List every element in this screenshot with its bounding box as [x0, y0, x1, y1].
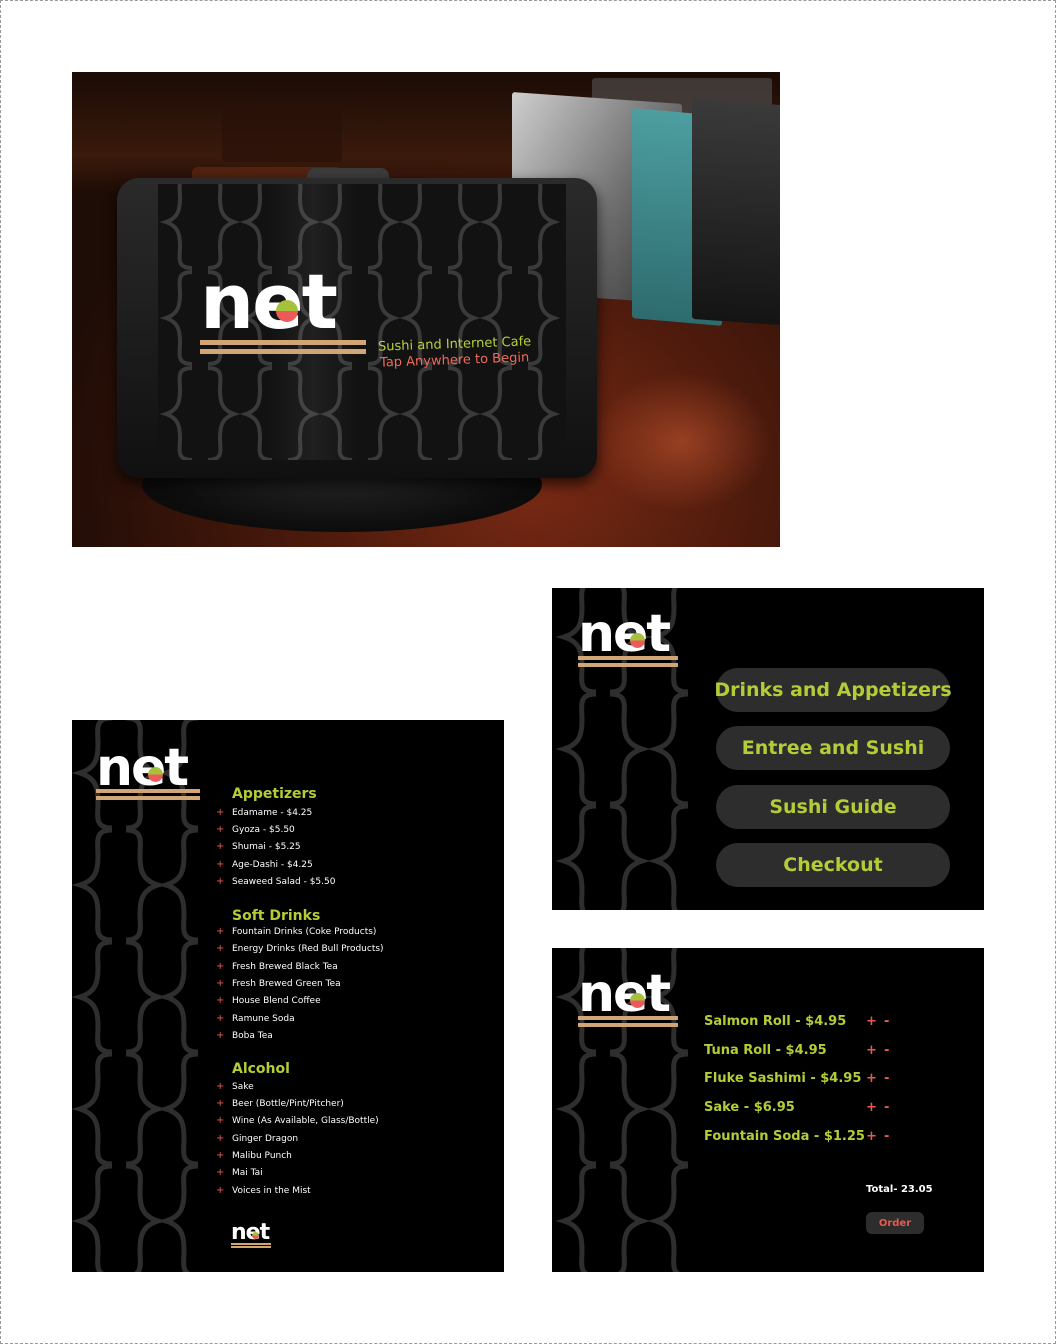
menu-item[interactable]: Wine (As Available, Glass/Bottle)	[232, 1116, 379, 1126]
bullet-icon: +	[216, 841, 225, 852]
photo-chair-back	[222, 102, 342, 162]
menu-item[interactable]: Ramune Soda	[232, 1014, 295, 1024]
decrease-quantity-button[interactable]: -	[884, 1100, 889, 1115]
footer-logo: net	[231, 1220, 271, 1248]
drinks-appetizers-button[interactable]: Drinks and Appetizers	[714, 668, 952, 712]
logo-bar	[200, 349, 366, 354]
sushi-guide-button[interactable]: Sushi Guide	[716, 785, 950, 829]
section-title-alcohol: Alcohol	[232, 1061, 290, 1077]
section-title-appetizers: Appetizers	[232, 786, 317, 802]
logo-e-dot	[252, 1232, 259, 1239]
menu-item[interactable]: Edamame - $4.25	[232, 808, 312, 818]
tablet-photo: net Sushi and Internet Cafe Tap Anywhere…	[72, 72, 780, 547]
logo-text: net	[96, 738, 189, 798]
logo-bar	[578, 1016, 678, 1020]
bullet-icon: +	[216, 995, 225, 1006]
decrease-quantity-button[interactable]: -	[884, 1014, 889, 1029]
menu-item[interactable]: Voices in the Mist	[232, 1186, 311, 1196]
table-reflection	[592, 372, 772, 512]
bullet-icon: +	[216, 978, 225, 989]
photo-menu-card	[692, 98, 780, 326]
section-title-soft-drinks: Soft Drinks	[232, 908, 321, 924]
bullet-icon: +	[216, 807, 225, 818]
logo-e-dot	[276, 300, 298, 322]
order-button[interactable]: Order	[866, 1212, 924, 1234]
menu-item[interactable]: Fountain Drinks (Coke Products)	[232, 927, 376, 937]
logo-e-dot	[148, 767, 163, 782]
order-line-item: Salmon Roll - $4.95	[704, 1014, 847, 1029]
bullet-icon: +	[216, 961, 225, 972]
logo-text: net	[578, 964, 671, 1024]
bullet-icon: +	[216, 926, 225, 937]
bullet-icon: +	[216, 1081, 225, 1092]
logo-bar	[578, 1023, 678, 1027]
decrease-quantity-button[interactable]: -	[884, 1071, 889, 1086]
menu-list-screen: net Appetizers + Edamame - $4.25 + Gyoza -…	[72, 720, 504, 1272]
brace-pattern	[72, 720, 212, 1272]
increase-quantity-button[interactable]: +	[866, 1129, 877, 1144]
bullet-icon: +	[216, 1133, 225, 1144]
menu-item[interactable]: Beer (Bottle/Pint/Pitcher)	[232, 1099, 344, 1109]
order-line-item: Tuna Roll - $4.95	[704, 1043, 827, 1058]
bullet-icon: +	[216, 1167, 225, 1178]
order-line-item: Sake - $6.95	[704, 1100, 795, 1115]
logo-text: net	[578, 604, 671, 664]
decrease-quantity-button[interactable]: -	[884, 1043, 889, 1058]
checkout-button[interactable]: Checkout	[716, 843, 950, 887]
menu-item[interactable]: Seaweed Salad - $5.50	[232, 877, 335, 887]
bullet-icon: +	[216, 824, 225, 835]
logo-text: net	[200, 257, 338, 346]
menu-item[interactable]: Energy Drinks (Red Bull Products)	[232, 944, 384, 954]
logo-bar	[96, 789, 200, 793]
menu-item[interactable]: House Blend Coffee	[232, 996, 321, 1006]
logo-text: net	[231, 1220, 270, 1245]
logo-bar	[231, 1243, 271, 1245]
menu-item[interactable]: Fresh Brewed Black Tea	[232, 962, 338, 972]
increase-quantity-button[interactable]: +	[866, 1100, 877, 1115]
bullet-icon: +	[216, 1013, 225, 1024]
entree-sushi-button[interactable]: Entree and Sushi	[716, 726, 950, 770]
logo-bar	[231, 1246, 271, 1248]
net-logo: net	[578, 604, 678, 667]
menu-item[interactable]: Mai Tai	[232, 1168, 263, 1178]
logo-bar	[200, 340, 366, 345]
order-line-item: Fountain Soda - $1.25	[704, 1129, 865, 1144]
bullet-icon: +	[216, 876, 225, 887]
logo-bar	[96, 796, 200, 800]
menu-item[interactable]: Malibu Punch	[232, 1151, 292, 1161]
net-logo: net	[96, 738, 200, 800]
menu-item[interactable]: Fresh Brewed Green Tea	[232, 979, 341, 989]
bullet-icon: +	[216, 1115, 225, 1126]
logo-e-dot	[630, 993, 645, 1008]
bullet-icon: +	[216, 1185, 225, 1196]
logo-bar	[578, 656, 678, 660]
bullet-icon: +	[216, 1150, 225, 1161]
increase-quantity-button[interactable]: +	[866, 1014, 877, 1029]
bullet-icon: +	[216, 1098, 225, 1109]
decrease-quantity-button[interactable]: -	[884, 1129, 889, 1144]
menu-item[interactable]: Ginger Dragon	[232, 1134, 298, 1144]
splash-logo: net	[200, 257, 366, 354]
menu-item[interactable]: Age-Dashi - $4.25	[232, 860, 313, 870]
bullet-icon: +	[216, 943, 225, 954]
home-screen: net Drinks and Appetizers Entree and Sus…	[552, 588, 984, 910]
order-screen: net Salmon Roll - $4.95 + - Tuna Roll - …	[552, 948, 984, 1272]
menu-item[interactable]: Shumai - $5.25	[232, 842, 301, 852]
menu-item[interactable]: Sake	[232, 1082, 254, 1092]
net-logo: net	[578, 964, 678, 1027]
menu-item[interactable]: Boba Tea	[232, 1031, 273, 1041]
logo-e-dot	[630, 633, 645, 648]
order-line-item: Fluke Sashimi - $4.95	[704, 1071, 862, 1086]
increase-quantity-button[interactable]: +	[866, 1071, 877, 1086]
logo-bar	[578, 663, 678, 667]
bullet-icon: +	[216, 859, 225, 870]
order-total: Total- 23.05	[866, 1184, 933, 1195]
menu-item[interactable]: Gyoza - $5.50	[232, 825, 295, 835]
increase-quantity-button[interactable]: +	[866, 1043, 877, 1058]
bullet-icon: +	[216, 1030, 225, 1041]
